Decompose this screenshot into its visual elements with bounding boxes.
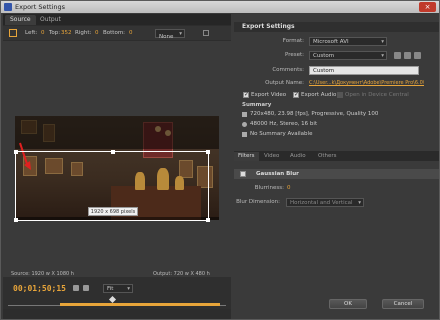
tab-filters[interactable]: Filters (234, 152, 259, 161)
summary-title: Summary (242, 102, 272, 108)
output-name-link[interactable]: C:\User...k\Документ\Adobe\Premiere Pro\… (309, 79, 424, 87)
crop-left-label: Left: (25, 30, 38, 36)
delete-preset-icon[interactable] (414, 52, 421, 59)
crop-preset-value: None (159, 34, 174, 40)
export-audio-label: Export Audio (301, 92, 337, 98)
video-preview: 1920 x 698 pixels Source: 1920 w X 1080 … (3, 41, 231, 279)
source-output-tabs: Source Output (3, 14, 231, 25)
format-value: Microsoft AVI (313, 39, 349, 45)
preset-dropdown[interactable]: Custom ▾ (309, 51, 387, 60)
timecode[interactable]: 00;01;50;15 (13, 284, 66, 293)
chevron-down-icon: ▾ (358, 200, 361, 206)
chevron-down-icon: ▾ (381, 53, 384, 59)
timeline-bar: 00;01;50;15 Fit ▾ (3, 277, 231, 309)
crop-size-label: 1920 x 698 pixels (88, 207, 138, 216)
crop-handle[interactable] (14, 150, 18, 154)
blur-dimension-label: Blur Dimension: (236, 199, 280, 205)
playhead[interactable] (108, 295, 117, 304)
gaussian-blur-header: Gaussian Blur (234, 169, 439, 179)
title-bar: Export Settings × (1, 1, 439, 13)
export-settings-window: Export Settings × Source Output Left: 0 … (0, 0, 440, 320)
crop-handle[interactable] (206, 150, 210, 154)
crop-handle[interactable] (111, 150, 115, 154)
export-video-checkbox[interactable] (243, 91, 249, 98)
chevron-down-icon: ▾ (127, 286, 130, 292)
source-panel: Source Output Left: 0 Top: 352 Right: 0 … (3, 14, 231, 319)
blur-dimension-value: Horizontal and Vertical (290, 200, 353, 206)
chevron-down-icon: ▾ (381, 39, 384, 45)
video-icon (242, 112, 247, 117)
crop-preset-dropdown[interactable]: None ▾ (155, 29, 185, 40)
collapse-icon[interactable] (236, 24, 241, 29)
crop-top-value[interactable]: 352 (61, 29, 72, 37)
crop-top-label: Top: (49, 30, 61, 36)
format-label: Format: (282, 38, 304, 44)
crop-icon[interactable] (9, 29, 17, 37)
blurriness-label: Blurriness: (254, 185, 284, 191)
set-out-point-button[interactable] (83, 285, 89, 291)
format-dropdown[interactable]: Microsoft AVI ▾ (309, 37, 387, 46)
crop-right-value[interactable]: 0 (95, 29, 99, 37)
crop-bottom-label: Bottom: (103, 30, 126, 36)
scale-icon[interactable] (203, 30, 209, 36)
info-icon (242, 132, 247, 137)
tab-audio[interactable]: Audio (286, 152, 310, 161)
work-area-bar[interactable] (60, 303, 220, 306)
export-video-label: Export Video (251, 92, 287, 98)
tab-video[interactable]: Video (260, 152, 283, 161)
app-icon (4, 3, 12, 11)
tab-output[interactable]: Output (35, 15, 66, 25)
crop-handle[interactable] (206, 218, 210, 222)
filter-tabs: Filters Video Audio Others (234, 151, 439, 161)
comments-label: Comments: (272, 67, 304, 73)
crop-toolbar: Left: 0 Top: 352 Right: 0 Bottom: 0 None… (3, 26, 231, 40)
summary-audio: 48000 Hz, Stereo, 16 bit (250, 121, 318, 127)
summary-other: No Summary Available (250, 131, 313, 137)
close-button[interactable]: × (419, 2, 436, 12)
crop-right-label: Right: (75, 30, 92, 36)
tab-source[interactable]: Source (5, 15, 36, 25)
window-title: Export Settings (15, 3, 66, 11)
crop-bottom-value[interactable]: 0 (129, 29, 133, 37)
output-name-label: Output Name: (265, 80, 304, 86)
zoom-dropdown[interactable]: Fit ▾ (103, 284, 133, 293)
comments-field[interactable]: Custom (309, 66, 419, 75)
cancel-button[interactable]: Cancel (382, 299, 424, 309)
export-settings-panel: Export Settings Format: Microsoft AVI ▾ … (234, 14, 439, 319)
blur-dimension-dropdown[interactable]: Horizontal and Vertical ▾ (286, 198, 364, 207)
tab-others[interactable]: Others (314, 152, 340, 161)
gaussian-blur-title: Gaussian Blur (256, 171, 299, 177)
open-in-device-label: Open in Device Central (345, 92, 409, 98)
zoom-value: Fit (107, 286, 114, 292)
save-preset-icon[interactable] (394, 52, 401, 59)
summary-video: 720x480, 23.98 [fps], Progressive, Quali… (250, 111, 379, 117)
set-in-point-button[interactable] (73, 285, 79, 291)
open-in-device-checkbox[interactable] (337, 92, 343, 98)
export-settings-header: Export Settings (234, 22, 439, 32)
ok-button[interactable]: OK (329, 299, 367, 309)
export-audio-checkbox[interactable] (293, 91, 299, 98)
blurriness-value[interactable]: 0 (287, 184, 291, 192)
audio-icon (242, 122, 247, 127)
gaussian-blur-checkbox[interactable] (240, 171, 246, 177)
crop-mask-top (15, 116, 219, 149)
crop-handle[interactable] (14, 218, 18, 222)
preset-label: Preset: (284, 52, 304, 58)
preset-value: Custom (313, 53, 335, 59)
chevron-down-icon: ▾ (179, 31, 182, 37)
import-preset-icon[interactable] (404, 52, 411, 59)
crop-left-value[interactable]: 0 (41, 29, 45, 37)
